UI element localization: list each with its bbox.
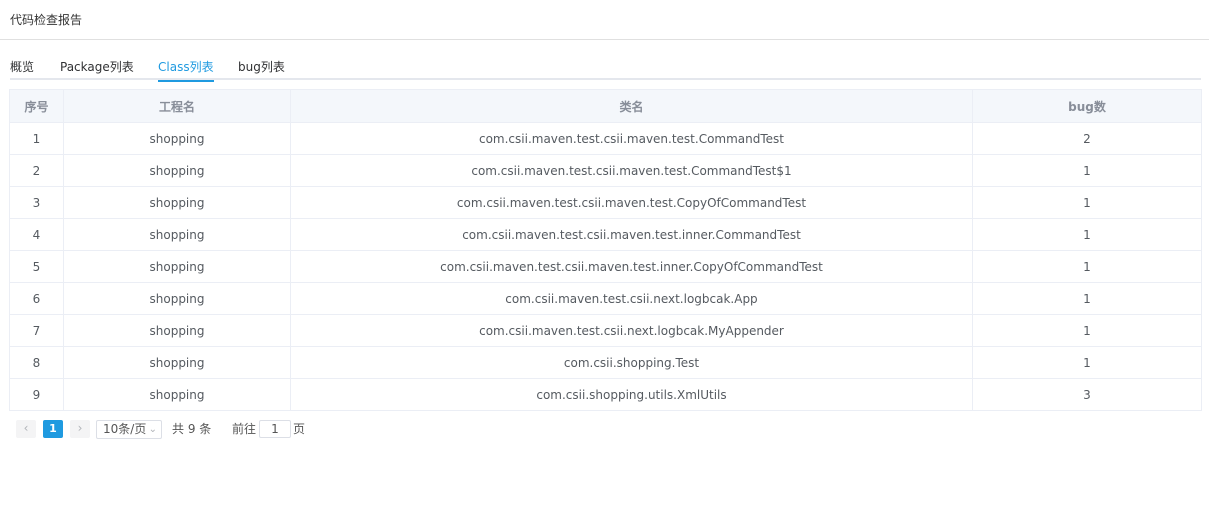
table-row[interactable]: 5 shopping com.csii.maven.test.csii.mave…: [9, 250, 1202, 283]
cell-project: shopping: [63, 186, 291, 219]
cell-index: 9: [9, 378, 64, 411]
cell-project: shopping: [63, 218, 291, 251]
table-header-row: 序号 工程名 类名 bug数: [9, 89, 1202, 123]
cell-index: 3: [9, 186, 64, 219]
page-title: 代码检查报告: [10, 13, 83, 27]
page-size-select[interactable]: 10条/页 ⌄: [96, 420, 162, 439]
cell-class-name: com.csii.maven.test.csii.maven.test.Copy…: [290, 186, 973, 219]
cell-bug-count: 1: [972, 186, 1202, 219]
table-row[interactable]: 1 shopping com.csii.maven.test.csii.mave…: [9, 122, 1202, 155]
chevron-right-icon: ›: [77, 421, 83, 435]
table-row[interactable]: 6 shopping com.csii.maven.test.csii.next…: [9, 282, 1202, 315]
cell-project: shopping: [63, 154, 291, 187]
goto-page-input[interactable]: [259, 420, 291, 438]
chevron-left-icon: ‹: [23, 421, 29, 435]
table-row[interactable]: 9 shopping com.csii.shopping.utils.XmlUt…: [9, 378, 1202, 411]
cell-bug-count: 1: [972, 218, 1202, 251]
cell-index: 8: [9, 346, 64, 379]
table-row[interactable]: 3 shopping com.csii.maven.test.csii.mave…: [9, 186, 1202, 219]
cell-class-name: com.csii.maven.test.csii.maven.test.Comm…: [290, 154, 973, 187]
class-table: 序号 工程名 类名 bug数 1 shopping com.csii.maven…: [9, 89, 1202, 411]
cell-bug-count: 3: [972, 378, 1202, 411]
column-header-index[interactable]: 序号: [9, 89, 64, 123]
cell-project: shopping: [63, 378, 291, 411]
cell-bug-count: 1: [972, 314, 1202, 347]
cell-index: 5: [9, 250, 64, 283]
total-count: 共 9 条: [172, 422, 212, 436]
prev-page-button[interactable]: ‹: [16, 420, 36, 438]
goto-prefix: 前往: [232, 422, 257, 436]
page-size-value: 10条/页: [103, 422, 147, 436]
table-row[interactable]: 2 shopping com.csii.maven.test.csii.mave…: [9, 154, 1202, 187]
table-row[interactable]: 8 shopping com.csii.shopping.Test 1: [9, 346, 1202, 379]
cell-class-name: com.csii.maven.test.csii.maven.test.inne…: [290, 218, 973, 251]
tab-overview[interactable]: 概览: [10, 58, 34, 80]
cell-class-name: com.csii.maven.test.csii.maven.test.inne…: [290, 250, 973, 283]
tab-class-list[interactable]: Class列表: [158, 58, 214, 82]
page-header: 代码检查报告: [0, 0, 1209, 40]
cell-bug-count: 2: [972, 122, 1202, 155]
cell-class-name: com.csii.maven.test.csii.maven.test.Comm…: [290, 122, 973, 155]
cell-class-name: com.csii.shopping.utils.XmlUtils: [290, 378, 973, 411]
cell-project: shopping: [63, 346, 291, 379]
page-number-current[interactable]: 1: [43, 420, 63, 438]
cell-bug-count: 1: [972, 154, 1202, 187]
column-header-bug-count[interactable]: bug数: [972, 89, 1202, 123]
table-row[interactable]: 7 shopping com.csii.maven.test.csii.next…: [9, 314, 1202, 347]
cell-class-name: com.csii.maven.test.csii.next.logbcak.My…: [290, 314, 973, 347]
cell-bug-count: 1: [972, 250, 1202, 283]
cell-bug-count: 1: [972, 346, 1202, 379]
cell-project: shopping: [63, 122, 291, 155]
column-header-class-name[interactable]: 类名: [290, 89, 973, 123]
column-header-project[interactable]: 工程名: [63, 89, 291, 123]
cell-project: shopping: [63, 250, 291, 283]
tab-bar: 概览 Package列表 Class列表 bug列表: [10, 50, 1201, 82]
chevron-down-icon: ⌄: [148, 424, 157, 435]
goto-suffix: 页: [293, 422, 306, 436]
tab-package-list[interactable]: Package列表: [60, 58, 134, 80]
cell-index: 6: [9, 282, 64, 315]
cell-index: 4: [9, 218, 64, 251]
next-page-button[interactable]: ›: [70, 420, 90, 438]
cell-project: shopping: [63, 282, 291, 315]
cell-index: 2: [9, 154, 64, 187]
cell-project: shopping: [63, 314, 291, 347]
cell-class-name: com.csii.shopping.Test: [290, 346, 973, 379]
cell-index: 1: [9, 122, 64, 155]
cell-index: 7: [9, 314, 64, 347]
table-row[interactable]: 4 shopping com.csii.maven.test.csii.mave…: [9, 218, 1202, 251]
tab-bug-list[interactable]: bug列表: [238, 58, 285, 80]
cell-class-name: com.csii.maven.test.csii.next.logbcak.Ap…: [290, 282, 973, 315]
cell-bug-count: 1: [972, 282, 1202, 315]
